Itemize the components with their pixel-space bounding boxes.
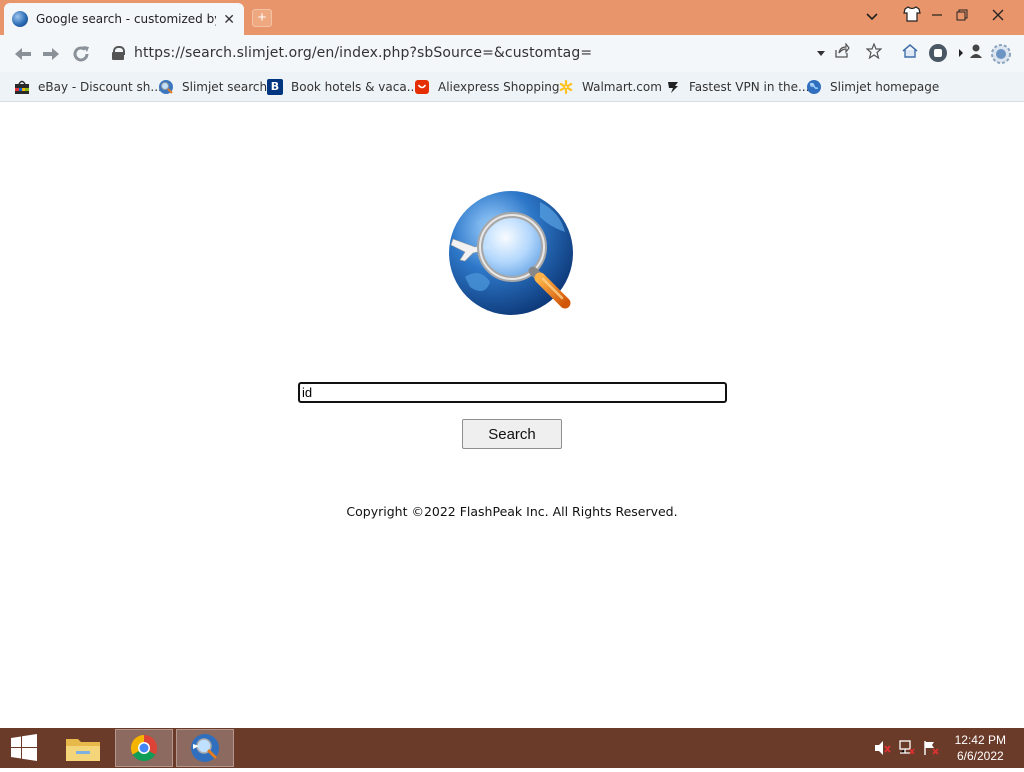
forward-button[interactable]: [40, 43, 62, 65]
aliexpress-icon: [414, 79, 430, 95]
walmart-icon: [558, 79, 574, 95]
vpn-icon: [665, 79, 681, 95]
start-button[interactable]: [0, 729, 58, 767]
close-tab-icon[interactable]: ✕: [222, 11, 236, 28]
bookmark-label: Slimjet homepage: [830, 80, 940, 94]
globe-icon: [806, 79, 822, 95]
bookmark-label: Aliexpress Shopping: [438, 80, 560, 94]
share-icon[interactable]: [831, 42, 853, 65]
profile-icon[interactable]: [965, 43, 987, 65]
restore-button[interactable]: [952, 6, 972, 26]
booking-icon: B: [267, 79, 283, 95]
globe-icon: [12, 11, 28, 27]
minimize-button[interactable]: [927, 6, 947, 26]
search-input[interactable]: [298, 382, 727, 403]
tab-list-chevron-down-icon[interactable]: [862, 6, 882, 26]
bookmark-ebay[interactable]: eBay - Discount sh...: [14, 78, 162, 96]
url-dropdown-icon[interactable]: [810, 43, 832, 65]
network-icon[interactable]: [898, 740, 916, 756]
globe-magnifier-logo: [445, 187, 580, 317]
bookmark-slimjet-homepage[interactable]: Slimjet homepage: [806, 78, 939, 96]
lock-icon[interactable]: [110, 45, 126, 61]
adblock-hand-icon[interactable]: [927, 43, 949, 65]
bookmark-aliexpress[interactable]: Aliexpress Shopping: [414, 78, 560, 96]
clock-date: 6/6/2022: [956, 749, 1004, 763]
back-button[interactable]: [12, 43, 34, 65]
chrome-icon[interactable]: [115, 729, 173, 767]
copyright-text: Copyright ©2022 FlashPeak Inc. All Right…: [346, 504, 678, 519]
address-bar-url[interactable]: https://search.slimjet.org/en/index.php?…: [134, 45, 592, 61]
globe-search-icon: [158, 79, 174, 95]
action-center-flag-icon[interactable]: [922, 740, 940, 756]
close-window-button[interactable]: [988, 6, 1008, 26]
taskbar-clock[interactable]: 12:42 PM 6/6/2022: [955, 732, 1006, 764]
clock-time: 12:42 PM: [954, 733, 1006, 747]
title-bar: Google search - customized by Fla ✕ +: [0, 0, 1024, 35]
bookmark-vpn[interactable]: Fastest VPN in the...: [665, 78, 809, 96]
bookmark-label: Book hotels & vaca...: [291, 80, 419, 94]
browser-toolbar: https://search.slimjet.org/en/index.php?…: [0, 35, 1024, 72]
new-tab-button[interactable]: +: [252, 9, 272, 27]
search-button[interactable]: Search: [462, 419, 562, 449]
file-explorer-icon[interactable]: [56, 729, 114, 767]
page-content: Search Copyright ©2022 FlashPeak Inc. Al…: [0, 102, 1024, 728]
windows-taskbar: 12:42 PM 6/6/2022: [0, 728, 1024, 768]
skin-shirt-icon[interactable]: [902, 6, 922, 26]
slimjet-globe-icon[interactable]: [176, 729, 234, 767]
bookmarks-bar: eBay - Discount sh... Slimjet search B B…: [0, 72, 1024, 102]
reload-button[interactable]: [70, 43, 92, 65]
bookmark-slimjet-search[interactable]: Slimjet search: [158, 78, 267, 96]
bookmark-booking[interactable]: B Book hotels & vaca...: [267, 78, 418, 96]
home-icon[interactable]: [899, 43, 921, 65]
bookmark-label: eBay - Discount sh...: [38, 80, 162, 94]
bookmark-label: Fastest VPN in the...: [689, 80, 810, 94]
browser-tab[interactable]: Google search - customized by Fla ✕: [4, 3, 244, 35]
bookmark-label: Slimjet search: [182, 80, 268, 94]
bookmark-walmart[interactable]: Walmart.com: [558, 78, 662, 96]
settings-gear-icon[interactable]: [990, 43, 1012, 65]
shopping-bag-icon: [14, 79, 30, 95]
volume-muted-icon[interactable]: [874, 740, 892, 756]
tab-title: Google search - customized by Fla: [36, 12, 216, 26]
bookmark-label: Walmart.com: [582, 80, 662, 94]
bookmark-star-icon[interactable]: [863, 42, 885, 65]
